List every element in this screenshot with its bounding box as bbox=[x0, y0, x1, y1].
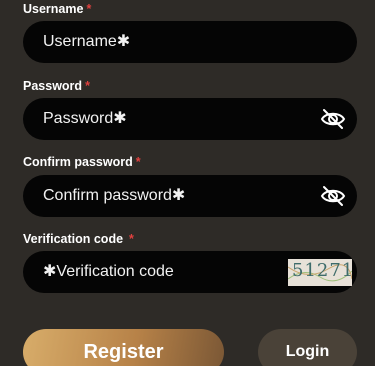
confirm-password-label-text: Confirm password bbox=[23, 155, 133, 169]
verification-code-input[interactable]: ✱Verification code 51271 bbox=[23, 251, 357, 293]
username-placeholder: Username✱ bbox=[43, 33, 131, 50]
username-label-text: Username bbox=[23, 2, 84, 16]
required-marker: * bbox=[135, 155, 141, 169]
confirm-password-placeholder: Confirm password✱ bbox=[43, 187, 186, 204]
username-input[interactable]: Username✱ bbox=[23, 21, 357, 63]
username-label: Username * bbox=[23, 2, 91, 16]
verification-code-label-text: Verification code bbox=[23, 232, 124, 246]
password-placeholder: Password✱ bbox=[43, 110, 127, 127]
password-label: Password * bbox=[23, 79, 90, 93]
verification-code-label: Verification code * bbox=[23, 232, 134, 246]
captcha-text: 51271 bbox=[292, 260, 352, 281]
register-button[interactable]: Register bbox=[23, 329, 224, 366]
password-label-text: Password bbox=[23, 79, 83, 93]
required-marker: * bbox=[85, 79, 90, 93]
eye-slash-icon[interactable] bbox=[320, 107, 346, 131]
confirm-password-input[interactable]: Confirm password✱ bbox=[23, 175, 357, 217]
login-button[interactable]: Login bbox=[258, 329, 357, 366]
captcha-image[interactable]: 51271 bbox=[288, 259, 352, 286]
verification-code-placeholder: ✱Verification code bbox=[43, 263, 174, 280]
required-marker: * bbox=[86, 2, 92, 16]
confirm-password-label: Confirm password * bbox=[23, 155, 141, 169]
password-input[interactable]: Password✱ bbox=[23, 98, 357, 140]
eye-slash-icon[interactable] bbox=[320, 184, 346, 208]
required-marker: * bbox=[129, 232, 134, 246]
